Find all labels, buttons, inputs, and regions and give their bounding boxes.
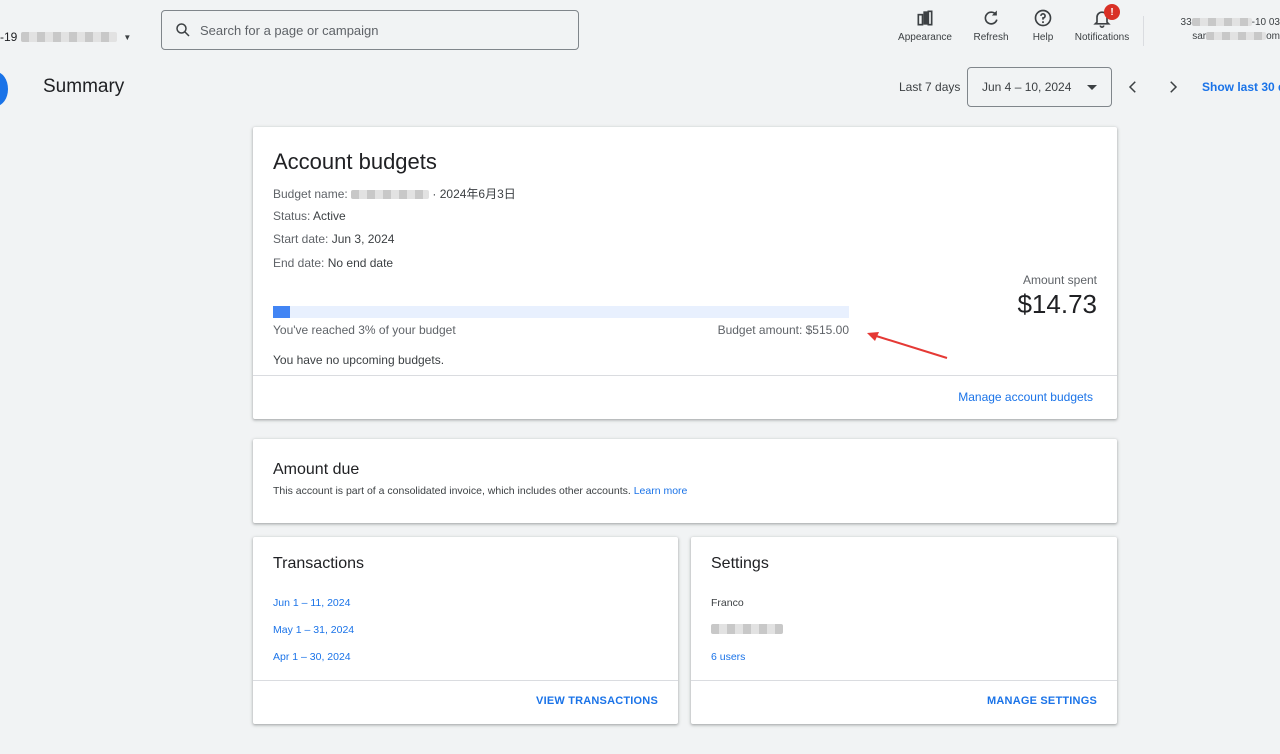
appearance-button[interactable]: Appearance	[893, 8, 957, 43]
search-box[interactable]	[161, 10, 579, 50]
account-line1: 33	[1180, 17, 1192, 28]
redacted-email	[1206, 32, 1267, 41]
notifications-button[interactable]: ! Notifications	[1068, 4, 1136, 43]
transaction-link[interactable]: Jun 1 – 11, 2024	[273, 597, 350, 609]
amount-due-card: Amount due This account is part of a con…	[253, 439, 1117, 523]
settings-title: Settings	[711, 555, 769, 572]
budget-end-row: End date: No end date	[273, 256, 393, 270]
chevron-down-icon	[1087, 85, 1097, 90]
date-range-value: Jun 4 – 10, 2024	[982, 80, 1072, 94]
help-label: Help	[1032, 32, 1054, 43]
toolbar-divider	[1143, 16, 1144, 46]
amount-spent-label: Amount spent	[1022, 273, 1097, 287]
account-id-text: -19	[0, 30, 18, 44]
redacted-account-number	[1191, 18, 1252, 27]
budget-name-label: Budget name:	[273, 187, 348, 201]
chevron-right-icon[interactable]	[1164, 78, 1182, 96]
settings-name: Franco	[711, 597, 744, 609]
redacted-budget-name	[351, 190, 430, 200]
status-label: Status:	[273, 209, 311, 223]
view-transactions-button[interactable]: VIEW TRANSACTIONS	[536, 695, 658, 707]
start-date-label: Start date:	[273, 232, 329, 246]
refresh-icon	[984, 10, 998, 25]
search-icon	[176, 23, 190, 37]
account-budgets-card: Account budgets Budget name: · 2024年6月3日…	[253, 127, 1117, 419]
appearance-label: Appearance	[898, 32, 952, 43]
refresh-label: Refresh	[973, 32, 1009, 43]
budget-status-row: Status: Active	[273, 209, 346, 223]
budget-progress-fill	[273, 306, 291, 318]
card-divider	[253, 375, 1117, 376]
account-selector[interactable]: -19 ▼	[0, 30, 131, 44]
amount-spent-value: $14.73	[1017, 289, 1097, 319]
account-budgets-title: Account budgets	[273, 149, 437, 174]
upcoming-budgets-text: You have no upcoming budgets.	[273, 353, 445, 367]
end-date-label: End date:	[273, 256, 325, 270]
card-divider	[691, 680, 1117, 681]
redacted-account-name	[21, 32, 118, 42]
budget-start-row: Start date: Jun 3, 2024	[273, 232, 394, 246]
account-dropdown-caret-icon: ▼	[123, 32, 132, 42]
budget-progress-bar	[273, 306, 849, 318]
transactions-title: Transactions	[273, 555, 364, 572]
account-line2-tail: om	[1266, 31, 1280, 42]
settings-card: Settings Franco 6 users MANAGE SETTINGS	[691, 537, 1117, 724]
transaction-link[interactable]: May 1 – 31, 2024	[273, 624, 354, 636]
budget-name-value: · 2024年6月3日	[432, 187, 516, 201]
appearance-icon	[917, 10, 933, 26]
nav-menu-button[interactable]	[0, 72, 8, 106]
start-date-value: Jun 3, 2024	[331, 232, 395, 246]
page-title: Summary	[43, 76, 125, 97]
date-range-select[interactable]: Jun 4 – 10, 2024	[967, 67, 1112, 107]
notifications-label: Notifications	[1074, 32, 1130, 43]
end-date-value: No end date	[327, 256, 394, 270]
account-info[interactable]: 33 -10 03 sar om	[1154, 16, 1280, 44]
transaction-link[interactable]: Apr 1 – 30, 2024	[273, 651, 351, 663]
help-button[interactable]: Help	[1026, 8, 1060, 43]
amount-due-text: This account is part of a consolidated i…	[273, 485, 687, 497]
redacted-setting	[711, 624, 783, 634]
chevron-left-icon[interactable]	[1124, 78, 1142, 96]
red-arrow-annotation	[867, 332, 948, 359]
budget-amount-text: Budget amount: $515.00	[717, 323, 849, 337]
card-divider	[253, 680, 678, 681]
budget-reached-text: You've reached 3% of your budget	[273, 323, 456, 337]
top-bar: -19 ▼ Appearance Refresh Help ! Notifica…	[0, 0, 1280, 62]
consolidated-invoice-text: This account is part of a consolidated i…	[273, 485, 631, 497]
account-line2: sar	[1192, 31, 1207, 42]
budget-name-row: Budget name: · 2024年6月3日	[273, 185, 516, 202]
search-input[interactable]	[200, 22, 560, 38]
notification-badge: !	[1104, 4, 1120, 20]
account-line1-tail: -10 03	[1251, 17, 1280, 28]
show-last-30-days-link[interactable]: Show last 30 d	[1202, 80, 1280, 94]
manage-account-budgets-link[interactable]: Manage account budgets	[958, 390, 1093, 404]
users-link[interactable]: 6 users	[711, 651, 745, 663]
date-range-label: Last 7 days	[899, 80, 961, 94]
learn-more-link[interactable]: Learn more	[634, 485, 688, 497]
manage-settings-button[interactable]: MANAGE SETTINGS	[987, 695, 1097, 707]
status-value: Active	[313, 209, 346, 223]
transactions-card: Transactions Jun 1 – 11, 2024 May 1 – 31…	[253, 537, 678, 724]
help-icon	[1034, 9, 1052, 27]
amount-due-title: Amount due	[273, 461, 360, 478]
refresh-button[interactable]: Refresh	[968, 8, 1014, 43]
